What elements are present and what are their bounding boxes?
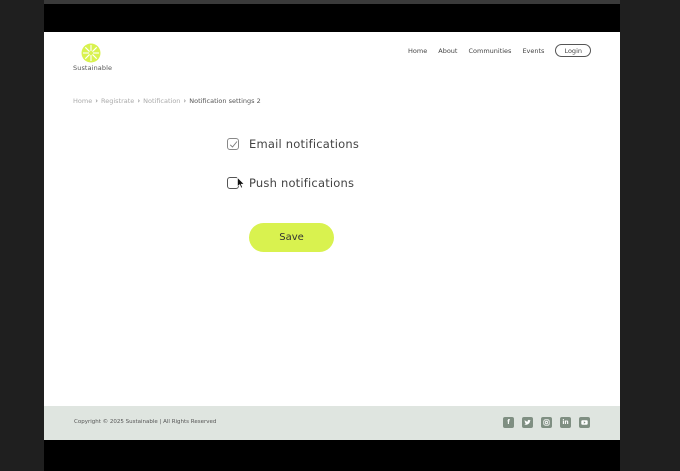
brand-name: Sustainable: [73, 64, 113, 72]
chevron-right-icon: ›: [183, 97, 187, 105]
youtube-icon[interactable]: [579, 417, 590, 428]
letterbox-top: [44, 4, 620, 32]
nav-communities[interactable]: Communities: [468, 47, 511, 55]
breadcrumb-notification[interactable]: Notification: [143, 97, 180, 105]
chevron-right-icon: ›: [95, 97, 99, 105]
nav-events[interactable]: Events: [522, 47, 544, 55]
brand-logo[interactable]: Sustainable: [73, 43, 113, 72]
linkedin-icon[interactable]: in: [560, 417, 571, 428]
social-links: f in: [495, 417, 590, 428]
breadcrumb-registrate[interactable]: Registrate: [101, 97, 134, 105]
footer: Copyright © 2025 Sustainable | All Right…: [44, 406, 620, 440]
main-nav: Home About Communities Events Login: [397, 44, 591, 57]
breadcrumb: Home › Registrate › Notification › Notificatio…: [73, 97, 261, 105]
login-button[interactable]: Login: [555, 44, 591, 57]
letterbox-bottom: [44, 440, 620, 471]
push-notifications-label: Push notifications: [249, 176, 355, 190]
nav-home[interactable]: Home: [408, 47, 427, 55]
mouse-pointer-icon: [237, 174, 245, 193]
chevron-right-icon: ›: [137, 97, 141, 105]
facebook-icon[interactable]: f: [503, 417, 514, 428]
save-button[interactable]: Save: [249, 223, 334, 252]
email-notifications-option[interactable]: Email notifications: [227, 137, 359, 151]
email-notifications-checkbox[interactable]: [227, 138, 239, 150]
lime-icon: [81, 43, 101, 63]
twitter-icon[interactable]: [522, 417, 533, 428]
instagram-icon[interactable]: [541, 417, 552, 428]
breadcrumb-current: Notification settings 2: [189, 97, 261, 105]
email-notifications-label: Email notifications: [249, 137, 360, 151]
copyright-text: Copyright © 2025 Sustainable | All Right…: [74, 419, 217, 425]
breadcrumb-home[interactable]: Home: [73, 97, 92, 105]
check-icon: [229, 141, 238, 148]
nav-about[interactable]: About: [438, 47, 457, 55]
page: Sustainable Home About Communities Event…: [44, 32, 620, 440]
push-notifications-option[interactable]: Push notifications: [227, 176, 354, 190]
